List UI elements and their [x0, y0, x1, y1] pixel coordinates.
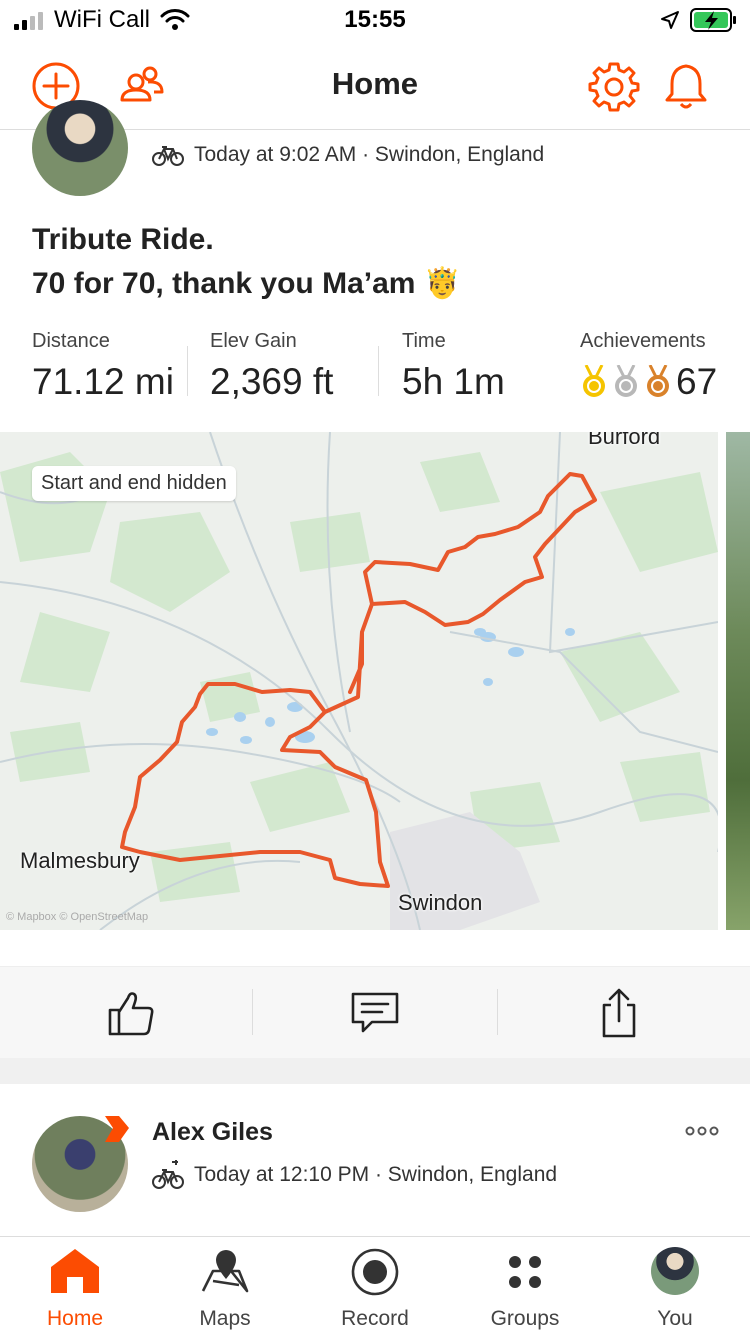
- stat-elevation: Elev Gain 2,369 ft: [210, 330, 333, 403]
- stat-distance: Distance 71.12 mi: [32, 330, 174, 403]
- stat-distance-value: 71.12 mi: [32, 361, 174, 402]
- activity-title-line1: Tribute Ride.: [32, 223, 214, 256]
- activity-photo-peek[interactable]: [726, 432, 750, 930]
- tab-groups-label: Groups: [490, 1307, 560, 1330]
- settings-gear-icon[interactable]: [588, 60, 640, 112]
- status-bar: WiFi Call 15:55: [0, 0, 750, 40]
- tab-record[interactable]: Record: [300, 1237, 450, 1334]
- map-icon: [201, 1250, 249, 1293]
- tab-maps-label: Maps: [199, 1307, 251, 1330]
- share-icon: [602, 988, 636, 1038]
- activity-meta: Today at 9:02 AM · Swindon, England: [152, 143, 544, 167]
- feed-separator: [0, 1058, 750, 1084]
- kudos-button[interactable]: [6, 967, 256, 1059]
- athlete-avatar[interactable]: [32, 100, 128, 196]
- tab-bar: Home Maps Record Groups You: [0, 1236, 750, 1334]
- stat-achievements[interactable]: Achievements 67: [580, 330, 717, 403]
- stat-achievements-value: 67: [676, 361, 718, 402]
- battery-charging-icon: [690, 8, 736, 32]
- stat-elevation-value: 2,369 ft: [210, 361, 334, 402]
- map-attribution[interactable]: © Mapbox © OpenStreetMap: [6, 911, 148, 923]
- tab-maps[interactable]: Maps: [150, 1237, 300, 1334]
- silver-medal-icon: [615, 365, 637, 397]
- activity-title[interactable]: Tribute Ride. 70 for 70, thank you Ma’am…: [32, 218, 461, 306]
- place-swindon: Swindon: [398, 890, 483, 915]
- achievements-row: 67: [580, 361, 717, 403]
- stat-distance-label: Distance: [32, 330, 110, 352]
- location-arrow-icon: [661, 11, 679, 29]
- place-malmesbury: Malmesbury: [20, 848, 140, 873]
- home-icon: [51, 1249, 99, 1293]
- clock: 15:55: [344, 6, 406, 33]
- activity-time-location: Today at 12:10 PM · Swindon, England: [194, 1163, 558, 1186]
- tab-home[interactable]: Home: [0, 1237, 150, 1334]
- start-end-hidden-badge: Start and end hidden: [32, 466, 236, 501]
- activity-meta: Today at 12:10 PM · Swindon, England: [152, 1160, 557, 1190]
- more-options-icon[interactable]: [684, 1124, 720, 1138]
- activity-actions: [0, 966, 750, 1058]
- tab-you[interactable]: You: [600, 1237, 750, 1334]
- athlete-name[interactable]: Alex Giles: [152, 1118, 273, 1147]
- stat-time-value: 5h 1m: [402, 361, 505, 402]
- tab-you-label: You: [657, 1307, 693, 1330]
- subscriber-badge-icon: [105, 1116, 129, 1142]
- activity-stats: Distance 71.12 mi Elev Gain 2,369 ft Tim…: [32, 330, 722, 410]
- activity-time-location: Today at 9:02 AM · Swindon, England: [194, 143, 545, 166]
- activity-title-line2: 70 for 70, thank you Ma’am 🤴: [32, 267, 462, 300]
- tab-groups[interactable]: Groups: [450, 1237, 600, 1334]
- route-map[interactable]: Burford Malmesbury Swindon: [0, 432, 718, 930]
- stat-achievements-label: Achievements: [580, 330, 706, 352]
- stat-divider: [378, 346, 379, 396]
- groups-icon: [509, 1256, 541, 1288]
- bronze-medal-icon: [647, 365, 669, 397]
- comment-button[interactable]: [250, 967, 500, 1059]
- record-icon: [351, 1248, 399, 1296]
- share-button[interactable]: [494, 967, 744, 1059]
- tab-record-label: Record: [341, 1307, 409, 1330]
- thumbs-up-icon: [108, 992, 154, 1036]
- stat-time: Time 5h 1m: [402, 330, 505, 403]
- stat-time-label: Time: [402, 330, 446, 352]
- place-burford: Burford: [588, 432, 661, 449]
- comment-icon: [351, 992, 399, 1033]
- stat-divider: [187, 346, 188, 396]
- bike-icon: [152, 146, 184, 166]
- gold-medal-icon: [583, 365, 605, 397]
- ebike-icon: [152, 1160, 184, 1189]
- tab-home-label: Home: [46, 1307, 104, 1330]
- stat-elevation-label: Elev Gain: [210, 330, 297, 352]
- notifications-bell-icon[interactable]: [660, 60, 712, 112]
- profile-avatar: [651, 1247, 699, 1295]
